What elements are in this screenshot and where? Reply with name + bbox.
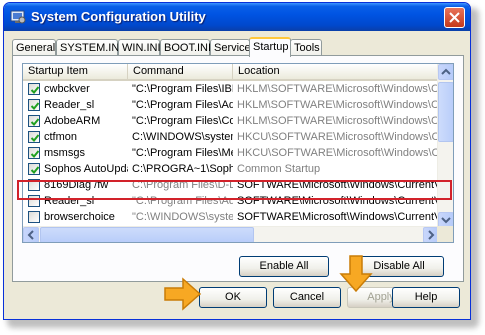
cell-startup-item: browserchoice — [44, 211, 115, 223]
title-bar[interactable]: System Configuration Utility — [4, 3, 470, 31]
startup-item-checkbox[interactable] — [28, 147, 40, 159]
checkmark-icon — [30, 134, 40, 142]
cell-startup-item: msmsgs — [44, 147, 85, 159]
startup-item-checkbox[interactable] — [28, 83, 40, 95]
cell-startup-item: cwbwlwiz — [44, 242, 128, 243]
table-row[interactable]: Sophos AutoUpdat... C:\PROGRA~1\Sopho... C… — [23, 161, 439, 177]
table-row[interactable]: browserchoice "C:\WINDOWS\syste... SOFTWAR… — [23, 209, 439, 225]
ok-button[interactable]: OK — [199, 287, 267, 308]
ok-label: OK — [225, 291, 241, 303]
vertical-scrollbar[interactable] — [437, 64, 453, 228]
cell-command: "C:\Program Files\IBM... — [132, 242, 233, 243]
arrow-pointer-icon — [339, 255, 373, 293]
tab-general[interactable]: General — [12, 39, 56, 56]
checkmark-icon — [30, 118, 40, 126]
arrow-pointer-icon — [164, 277, 202, 311]
tab-services[interactable]: Services — [210, 39, 256, 56]
startup-item-checkbox[interactable] — [28, 99, 40, 111]
startup-item-checkbox[interactable] — [28, 131, 40, 143]
enable-all-button[interactable]: Enable All — [239, 256, 329, 277]
cancel-button[interactable]: Cancel — [273, 287, 341, 308]
checkmark-icon — [30, 166, 40, 174]
help-button[interactable]: Help — [392, 287, 460, 308]
cancel-label: Cancel — [289, 291, 325, 303]
cell-command: C:\PROGRA~1\Sopho... — [132, 163, 233, 175]
close-icon — [449, 12, 460, 23]
tab-tools[interactable]: Tools — [290, 39, 322, 56]
startup-list: Startup Item Command Location cwbckver "C… — [22, 63, 454, 243]
cell-startup-item: ctfmon — [44, 131, 78, 143]
table-row[interactable]: Reader_sl "C:\Program Files\Ado... HKLM\SO… — [23, 97, 439, 113]
horizontal-scrollbar[interactable] — [23, 226, 439, 242]
cell-command: "C:\Program Files\Ado... — [132, 99, 233, 111]
close-button[interactable] — [444, 7, 465, 28]
cell-command: "C:\WINDOWS\syste... — [132, 211, 233, 223]
system-configuration-window: System Configuration Utility General SYS… — [3, 2, 471, 320]
arrow-right-icon — [428, 230, 435, 240]
system-config-icon — [10, 10, 26, 24]
cell-location: HKCU\SOFTWARE\Microsoft\Windows\CurrentV… — [237, 147, 439, 159]
cell-command: "C:\Program Files\IBM... — [132, 83, 233, 95]
column-header-command[interactable]: Command — [128, 64, 233, 79]
tab-system-ini[interactable]: SYSTEM.INI — [56, 39, 122, 56]
table-row[interactable]: ctfmon C:\WINDOWS\system... HKCU\SOFTWARE\… — [23, 129, 439, 145]
tab-startup[interactable]: Startup — [249, 37, 291, 57]
scrollbar-corner — [437, 226, 453, 242]
column-headers: Startup Item Command Location — [23, 64, 439, 81]
table-row[interactable]: msmsgs "C:\Program Files\Mes... HKCU\SOFTW… — [23, 145, 439, 161]
checkmark-icon — [30, 102, 40, 110]
help-label: Help — [414, 291, 438, 303]
table-row[interactable]: cwbckver "C:\Program Files\IBM... HKLM\SOF… — [23, 81, 439, 97]
cell-command: "C:\Program Files\Mes... — [132, 147, 233, 159]
checkmark-icon — [30, 150, 40, 158]
startup-panel: Startup Item Command Location cwbckver "C… — [12, 55, 464, 282]
tab-win-ini[interactable]: WIN.INI — [118, 39, 161, 56]
scroll-up-button[interactable] — [438, 64, 453, 80]
startup-item-checkbox[interactable] — [28, 211, 40, 223]
disable-all-label: Disable All — [373, 260, 425, 272]
startup-item-checkbox[interactable] — [28, 115, 40, 127]
cell-command: "C:\Program Files\Co... — [132, 115, 233, 127]
vertical-scroll-thumb[interactable] — [438, 82, 453, 142]
checkmark-icon — [30, 86, 40, 94]
cell-location: HKLM\SOFTWARE\Microsoft\Windows\CurrentV… — [237, 83, 439, 95]
scroll-left-button[interactable] — [23, 227, 39, 242]
column-header-startup-item[interactable]: Startup Item — [23, 64, 128, 79]
cell-location: SOFTWARE\Microsoft\Windows\CurrentVersio… — [237, 211, 439, 223]
browserchoice-highlight-box — [17, 180, 452, 200]
cell-location: HKLM\SOFTWARE\Microsoft\Windows\CurrentV… — [237, 99, 439, 111]
arrow-left-icon — [27, 230, 34, 240]
enable-all-label: Enable All — [259, 260, 309, 272]
arrow-down-icon — [441, 217, 451, 224]
arrow-up-icon — [441, 68, 451, 75]
cell-startup-item: Reader_sl — [44, 99, 95, 111]
startup-item-checkbox[interactable] — [28, 163, 40, 175]
cell-location: Common Startup — [237, 163, 321, 175]
cell-startup-item: cwbckver — [44, 83, 90, 95]
horizontal-scroll-thumb[interactable] — [40, 227, 254, 242]
cell-command: C:\WINDOWS\system... — [132, 131, 233, 143]
cell-location: HKLM\SOFTWARE\Microsoft\Windows\CurrentV… — [237, 115, 439, 127]
cell-location: SOFTWARE\Microsoft\Windows\CurrentVersio… — [237, 242, 439, 243]
cell-startup-item: Sophos AutoUpdat... — [44, 163, 128, 175]
window-title: System Configuration Utility — [31, 9, 206, 24]
cell-location: HKCU\SOFTWARE\Microsoft\Windows\CurrentV… — [237, 131, 439, 143]
column-header-location[interactable]: Location — [233, 64, 439, 79]
cell-startup-item: AdobeARM — [44, 115, 101, 127]
tab-boot-ini[interactable]: BOOT.INI — [160, 39, 211, 56]
table-row[interactable]: AdobeARM "C:\Program Files\Co... HKLM\SOFT… — [23, 113, 439, 129]
